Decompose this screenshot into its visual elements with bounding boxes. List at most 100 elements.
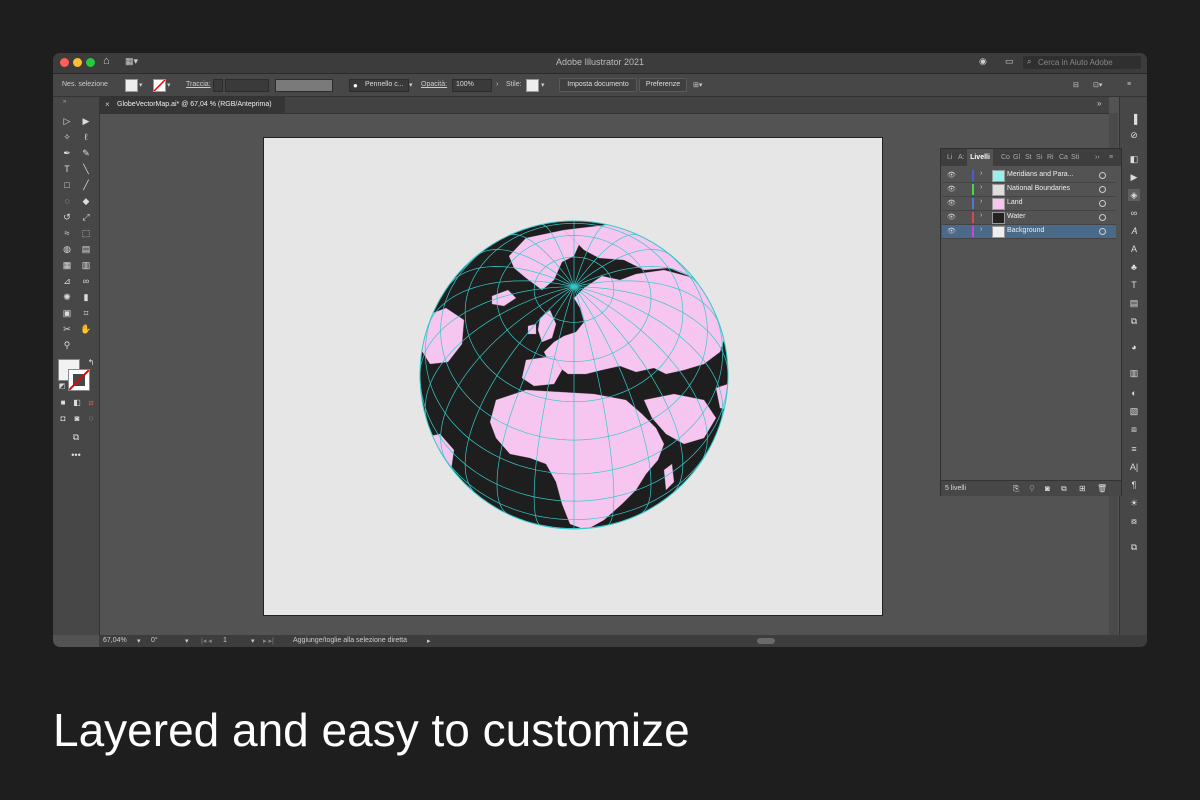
stroke-panel-icon[interactable]: ≡ — [1128, 443, 1140, 455]
brightness-panel-icon[interactable]: ☀ — [1128, 497, 1140, 509]
make-clipping-mask-icon[interactable]: ◙ — [1045, 484, 1050, 493]
stroke-dropdown-icon[interactable]: ▾ — [167, 81, 171, 89]
stroke-swatch[interactable] — [153, 79, 166, 92]
none-mode-icon[interactable]: ⧄ — [84, 397, 98, 409]
zoom-dropdown-icon[interactable]: ▾ — [137, 637, 141, 645]
asset-export-icon[interactable]: ⧉ — [1128, 315, 1140, 327]
stroke-stepper[interactable] — [213, 79, 223, 92]
artboard-number[interactable]: 1 — [223, 637, 227, 644]
visibility-eye-icon[interactable]: 👁 — [947, 199, 956, 207]
properties-panel-icon[interactable]: ▤ — [1128, 297, 1140, 309]
direct-selection-tool-icon[interactable]: ▶ — [79, 115, 93, 127]
panel-tab-layers[interactable]: Livelli — [967, 149, 993, 166]
image-trace-icon[interactable]: ▧ — [1128, 405, 1140, 417]
horizontal-scroll-thumb[interactable] — [757, 638, 775, 644]
opacity-field[interactable]: 100% — [452, 79, 492, 92]
default-colors-icon[interactable]: ◩ — [55, 381, 69, 393]
opacity-label[interactable]: Opacità: — [421, 81, 447, 88]
artboard-tool-icon[interactable]: ▣ — [60, 307, 74, 319]
visibility-eye-icon[interactable]: 👁 — [947, 227, 956, 235]
collapse-tools-icon[interactable]: » — [63, 99, 66, 105]
expand-chevron-icon[interactable]: › — [980, 212, 982, 219]
target-circle-icon[interactable] — [1099, 186, 1106, 193]
eraser-tool-icon[interactable]: ◆ — [79, 195, 93, 207]
shaper-tool-icon[interactable]: ◌ — [60, 195, 74, 207]
target-circle-icon[interactable] — [1099, 228, 1106, 235]
gradient-mode-icon[interactable]: ◧ — [70, 397, 84, 409]
artboard[interactable] — [263, 137, 883, 616]
free-transform-tool-icon[interactable]: ⬚ — [79, 227, 93, 239]
appearance-panel-icon[interactable]: ◧ — [1128, 153, 1140, 165]
color-mode-icon[interactable]: ■ — [56, 397, 70, 409]
stroke-label[interactable]: Traccia: — [186, 81, 211, 88]
gradient-panel-icon[interactable]: ▥ — [1128, 367, 1140, 379]
user-icon[interactable]: ◉ — [979, 56, 987, 67]
target-circle-icon[interactable] — [1099, 200, 1106, 207]
rotate-tool-icon[interactable]: ↺ — [60, 211, 74, 223]
brush-dropdown-icon[interactable]: ▾ — [409, 81, 413, 89]
pathfinder-panel-icon[interactable]: ⧉ — [1128, 541, 1140, 553]
style-swatch[interactable] — [526, 79, 539, 92]
links-panel-icon[interactable]: ∞ — [1128, 207, 1140, 219]
color-panel-icon[interactable]: ◕ — [1128, 341, 1140, 353]
gradient-tool-icon[interactable]: ▥ — [79, 259, 93, 271]
lasso-tool-icon[interactable]: ℓ — [79, 131, 93, 143]
paragraph-panel-icon[interactable]: ¶ — [1128, 479, 1140, 491]
navigator-panel-icon[interactable]: ⧇ — [1128, 515, 1140, 527]
transform-icon[interactable]: ⊡▾ — [1093, 81, 1102, 89]
artboards-panel-icon[interactable]: ⧈ — [1128, 423, 1140, 435]
layers-panel-icon[interactable]: ◈ — [1128, 189, 1140, 201]
artboard-dropdown-icon[interactable]: ▾ — [251, 637, 255, 645]
panel-tab-ca[interactable]: Ca — [1059, 154, 1068, 161]
character-panel-icon[interactable]: A| — [1128, 461, 1140, 473]
preferences-button[interactable]: Preferenze — [639, 78, 687, 92]
slice-tool-icon[interactable]: ⌗ — [79, 307, 93, 319]
shape-builder-tool-icon[interactable]: ◍ — [60, 243, 74, 255]
draw-inside-icon[interactable]: ◌ — [84, 413, 98, 425]
scale-tool-icon[interactable]: ⤢ — [79, 211, 93, 223]
layer-row-land[interactable]: 👁 › Land — [942, 197, 1116, 211]
close-tab-icon[interactable]: × — [105, 97, 110, 113]
screen-mode-icon[interactable]: ⧉ — [69, 431, 83, 443]
opacity-dropdown-icon[interactable]: › — [496, 81, 498, 88]
layer-row-meridians[interactable]: 👁 › Meridians and Para... — [942, 169, 1116, 183]
transparency-panel-icon[interactable]: ◐ — [1128, 387, 1140, 399]
variable-width-profile[interactable] — [275, 79, 333, 92]
stroke-color-icon[interactable] — [68, 369, 90, 391]
status-menu-icon[interactable]: ▸ — [427, 637, 431, 645]
new-layer-icon[interactable]: ⊞ — [1079, 484, 1086, 493]
edit-toolbar-icon[interactable]: ••• — [69, 449, 83, 461]
expand-chevron-icon[interactable]: › — [980, 170, 982, 177]
swap-fill-stroke-icon[interactable]: ↰ — [84, 357, 98, 369]
warp-tool-icon[interactable]: ≈ — [60, 227, 74, 239]
target-circle-icon[interactable] — [1099, 172, 1106, 179]
stroke-weight-field[interactable] — [225, 79, 269, 92]
zoom-tool-icon[interactable]: ⚲ — [60, 339, 74, 351]
expand-chevron-icon[interactable]: › — [980, 184, 982, 191]
draw-behind-icon[interactable]: ◙ — [70, 413, 84, 425]
mesh-tool-icon[interactable]: ▦ — [60, 259, 74, 271]
new-sublayer-icon[interactable]: ⧉ — [1061, 484, 1067, 494]
fill-dropdown-icon[interactable]: ▾ — [139, 81, 143, 89]
layer-row-background[interactable]: 👁 › Background — [942, 225, 1116, 239]
panel-tab-si[interactable]: Si — [1036, 154, 1042, 161]
panel-tab-co[interactable]: Co — [1001, 154, 1010, 161]
line-segment-tool-icon[interactable]: ╲ — [79, 163, 93, 175]
arrange-documents-icon[interactable]: ⊞▾ — [693, 81, 702, 89]
graph-tool-icon[interactable]: ▮ — [79, 291, 93, 303]
eyedropper-tool-icon[interactable]: ⊿ — [60, 275, 74, 287]
character-styles-icon[interactable]: 𝐴 — [1128, 225, 1140, 237]
panel-menu-icon[interactable]: ≡ — [1127, 81, 1131, 88]
visibility-eye-icon[interactable]: 👁 — [947, 185, 956, 193]
horizontal-scrollbar[interactable] — [441, 637, 1105, 645]
locate-object-icon[interactable]: ⚲ — [1029, 484, 1035, 493]
rotation-value[interactable]: 0° — [151, 637, 158, 644]
document-setup-button[interactable]: Imposta documento — [559, 78, 637, 92]
magic-wand-tool-icon[interactable]: ✧ — [60, 131, 74, 143]
panel-tab-ri[interactable]: Ri — [1047, 154, 1054, 161]
blend-tool-icon[interactable]: ∞ — [79, 275, 93, 287]
panel-menu-icon[interactable]: ≡ — [1109, 154, 1113, 161]
panel-tab-sti[interactable]: Sti — [1071, 154, 1079, 161]
style-dropdown-icon[interactable]: ▾ — [541, 81, 545, 89]
align-icon[interactable]: ⊟ — [1073, 81, 1079, 89]
